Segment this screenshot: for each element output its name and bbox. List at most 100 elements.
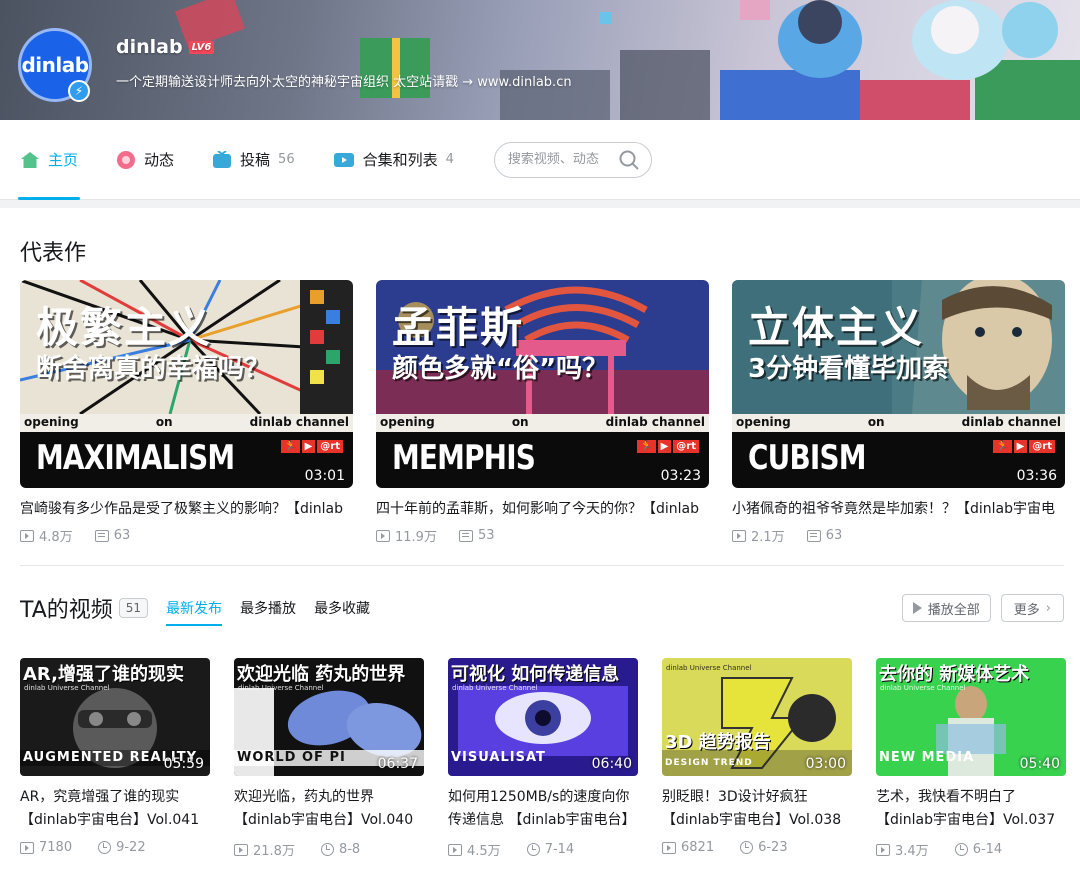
rep-thumbnail[interactable]: 极繁主义 断舍离真的幸福吗？ opening on dinlab channel… — [20, 280, 353, 488]
rep-word: MEMPHIS — [392, 438, 536, 478]
video-card[interactable]: 可视化 如何传递信息 dinlab Universe Channel VISUA… — [448, 658, 638, 859]
user-name[interactable]: dinlab — [116, 36, 183, 58]
view-count: 21.8万 — [253, 844, 295, 859]
video-thumbnail[interactable]: 3D 趋势报告 dinlab Universe Channel DESIGN T… — [662, 658, 852, 776]
video-thumb-title: 去你的 新媒体艺术 — [879, 664, 1030, 685]
rep-thumbnail[interactable]: 孟菲斯 颜色多就“俗”吗？ opening on dinlab channel … — [376, 280, 709, 488]
more-button[interactable]: 更多 › — [1000, 594, 1064, 622]
more-label: 更多 — [1013, 602, 1040, 618]
video-meta: 7180 9-22 — [20, 840, 210, 855]
video-caption-line2: 传递信息 【dinlab宇宙电台】 — [448, 812, 636, 828]
play-count-icon — [20, 841, 34, 854]
clock-icon — [740, 841, 754, 854]
play-count-icon — [20, 529, 34, 542]
search-input[interactable] — [507, 152, 618, 167]
video-caption-line1: 如何用1250MB/s的速度向你 — [448, 789, 630, 805]
rep-strip: opening on dinlab channel — [20, 414, 353, 432]
video-caption[interactable]: AR，究竟增强了谁的现实 【dinlab宇宙电台】Vol.041 — [20, 786, 210, 832]
play-badge-icon: ▶ — [657, 440, 672, 453]
danmaku-count: 63 — [825, 528, 843, 543]
strip-right: dinlab channel — [605, 415, 705, 429]
strip-right: dinlab channel — [249, 415, 349, 429]
video-caption[interactable]: 欢迎光临，药丸的世界 【dinlab宇宙电台】Vol.040 — [234, 786, 424, 832]
rep-subline: 颜色多就“俗”吗？ — [392, 354, 609, 384]
video-meta: 21.8万 8-8 — [234, 840, 424, 859]
video-card[interactable]: 欢迎光临 药丸的世界 dinlab Universe Channel WORLD… — [234, 658, 424, 859]
profile-nav: 主页 动态 投稿 56 合集和列表 4 — [0, 120, 1080, 200]
video-duration: 03:00 — [805, 756, 846, 772]
tab-home[interactable]: 主页 — [17, 120, 81, 200]
video-meta: 4.5万 7-14 — [448, 840, 638, 859]
video-thumb-title: 可视化 如何传递信息 — [451, 664, 620, 685]
tab-collections-count: 4 — [445, 152, 454, 167]
tab-most-favorited[interactable]: 最多收藏 — [314, 590, 370, 626]
representative-list: 极繁主义 断舍离真的幸福吗？ opening on dinlab channel… — [20, 280, 1065, 545]
rep-card[interactable]: 孟菲斯 颜色多就“俗”吗？ opening on dinlab channel … — [376, 280, 709, 545]
tab-home-label: 主页 — [48, 151, 79, 169]
view-count: 4.5万 — [467, 844, 501, 859]
search-box — [493, 141, 652, 178]
video-thumbnail[interactable]: 欢迎光临 药丸的世界 dinlab Universe Channel WORLD… — [234, 658, 424, 776]
play-all-button[interactable]: 播放全部 — [901, 594, 991, 622]
strip-left: opening — [736, 415, 791, 429]
home-icon — [21, 151, 39, 168]
rep-card[interactable]: 极繁主义 断舍离真的幸福吗？ opening on dinlab channel… — [20, 280, 353, 545]
danmaku-icon — [806, 529, 821, 542]
level-badge: LV6 — [188, 40, 215, 54]
video-thumbnail[interactable]: 可视化 如何传递信息 dinlab Universe Channel VISUA… — [448, 658, 638, 776]
tab-collections[interactable]: 合集和列表 4 — [333, 120, 454, 200]
video-card[interactable]: 3D 趋势报告 dinlab Universe Channel DESIGN T… — [662, 658, 852, 859]
tab-dynamic[interactable]: 动态 — [116, 120, 174, 200]
strip-right: dinlab channel — [961, 415, 1061, 429]
dynamic-icon — [117, 150, 136, 169]
play-count-icon — [732, 529, 746, 542]
rep-strip: opening on dinlab channel — [376, 414, 709, 432]
video-caption-line1: AR，究竟增强了谁的现实 — [20, 789, 180, 805]
chevron-right-icon: › — [1045, 600, 1051, 616]
video-thumbnail[interactable]: AR,增强了谁的现实 dinlab Universe Channel AUGME… — [20, 658, 210, 776]
run-icon: 🏃 — [637, 440, 656, 453]
tab-collections-label: 合集和列表 — [362, 151, 438, 169]
video-duration: 05:59 — [163, 756, 204, 772]
rep-headline: 立体主义 — [748, 303, 925, 352]
profile-banner: dinlab ⚡ dinlab LV6 一个定期输送设计师去向外太空的神秘宇宙组… — [0, 0, 1080, 120]
section-divider — [20, 565, 1064, 566]
search-icon[interactable] — [618, 149, 640, 171]
video-thumbnail[interactable]: 去你的 新媒体艺术 dinlab Universe Channel NEW ME… — [876, 658, 1066, 776]
tab-uploads-count: 56 — [278, 152, 295, 167]
video-caption[interactable]: 艺术，我快看不明白了 【dinlab宇宙电台】Vol.037 — [876, 786, 1066, 832]
video-card[interactable]: 去你的 新媒体艺术 dinlab Universe Channel NEW ME… — [876, 658, 1066, 859]
video-duration: 06:40 — [591, 756, 632, 772]
tab-most-played[interactable]: 最多播放 — [240, 590, 296, 626]
rep-card[interactable]: 立体主义 3分钟看懂毕加索 opening on dinlab channel … — [732, 280, 1065, 545]
brand-badges: 🏃 ▶ @rt — [993, 440, 1055, 453]
play-badge-icon: ▶ — [1013, 440, 1028, 453]
view-count: 7180 — [39, 840, 73, 855]
brand-badge-text: @rt — [673, 440, 699, 453]
tab-uploads[interactable]: 投稿 56 — [212, 120, 295, 200]
tab-latest[interactable]: 最新发布 — [166, 590, 223, 626]
play-count-icon — [448, 843, 462, 856]
video-caption-line1: 艺术，我快看不明白了 — [876, 789, 1016, 805]
strip-mid: on — [155, 415, 173, 429]
rep-caption[interactable]: 四十年前的孟菲斯，如何影响了今天的你？【dinlab — [376, 498, 709, 518]
play-count-icon — [662, 841, 676, 854]
brand-badges: 🏃 ▶ @rt — [281, 440, 343, 453]
rep-caption[interactable]: 小猪佩奇的祖爷爷竟然是毕加索！？【dinlab宇宙电 — [732, 498, 1065, 518]
video-thumb-title: 3D 趋势报告 — [665, 732, 771, 753]
video-caption-line1: 别眨眼！3D设计好疯狂 — [662, 789, 808, 805]
tab-uploads-label: 投稿 — [240, 151, 271, 169]
video-card[interactable]: AR,增强了谁的现实 dinlab Universe Channel AUGME… — [20, 658, 210, 859]
video-thumb-sub: dinlab Universe Channel — [452, 684, 538, 692]
rep-thumbnail[interactable]: 立体主义 3分钟看懂毕加索 opening on dinlab channel … — [732, 280, 1065, 488]
rep-caption[interactable]: 宫崎骏有多少作品是受了极繁主义的影响？【dinlab — [20, 498, 353, 518]
video-caption[interactable]: 别眨眼！3D设计好疯狂 【dinlab宇宙电台】Vol.038 — [662, 786, 852, 832]
rep-subline: 断舍离真的幸福吗？ — [36, 354, 271, 384]
clock-icon — [954, 843, 968, 856]
video-caption[interactable]: 如何用1250MB/s的速度向你 传递信息 【dinlab宇宙电台】 — [448, 786, 638, 832]
play-count-icon — [234, 843, 248, 856]
publish-date: 7-14 — [544, 842, 575, 857]
danmaku-icon — [458, 529, 473, 542]
banner-artwork — [174, 0, 1080, 120]
view-count: 2.1万 — [751, 530, 785, 545]
